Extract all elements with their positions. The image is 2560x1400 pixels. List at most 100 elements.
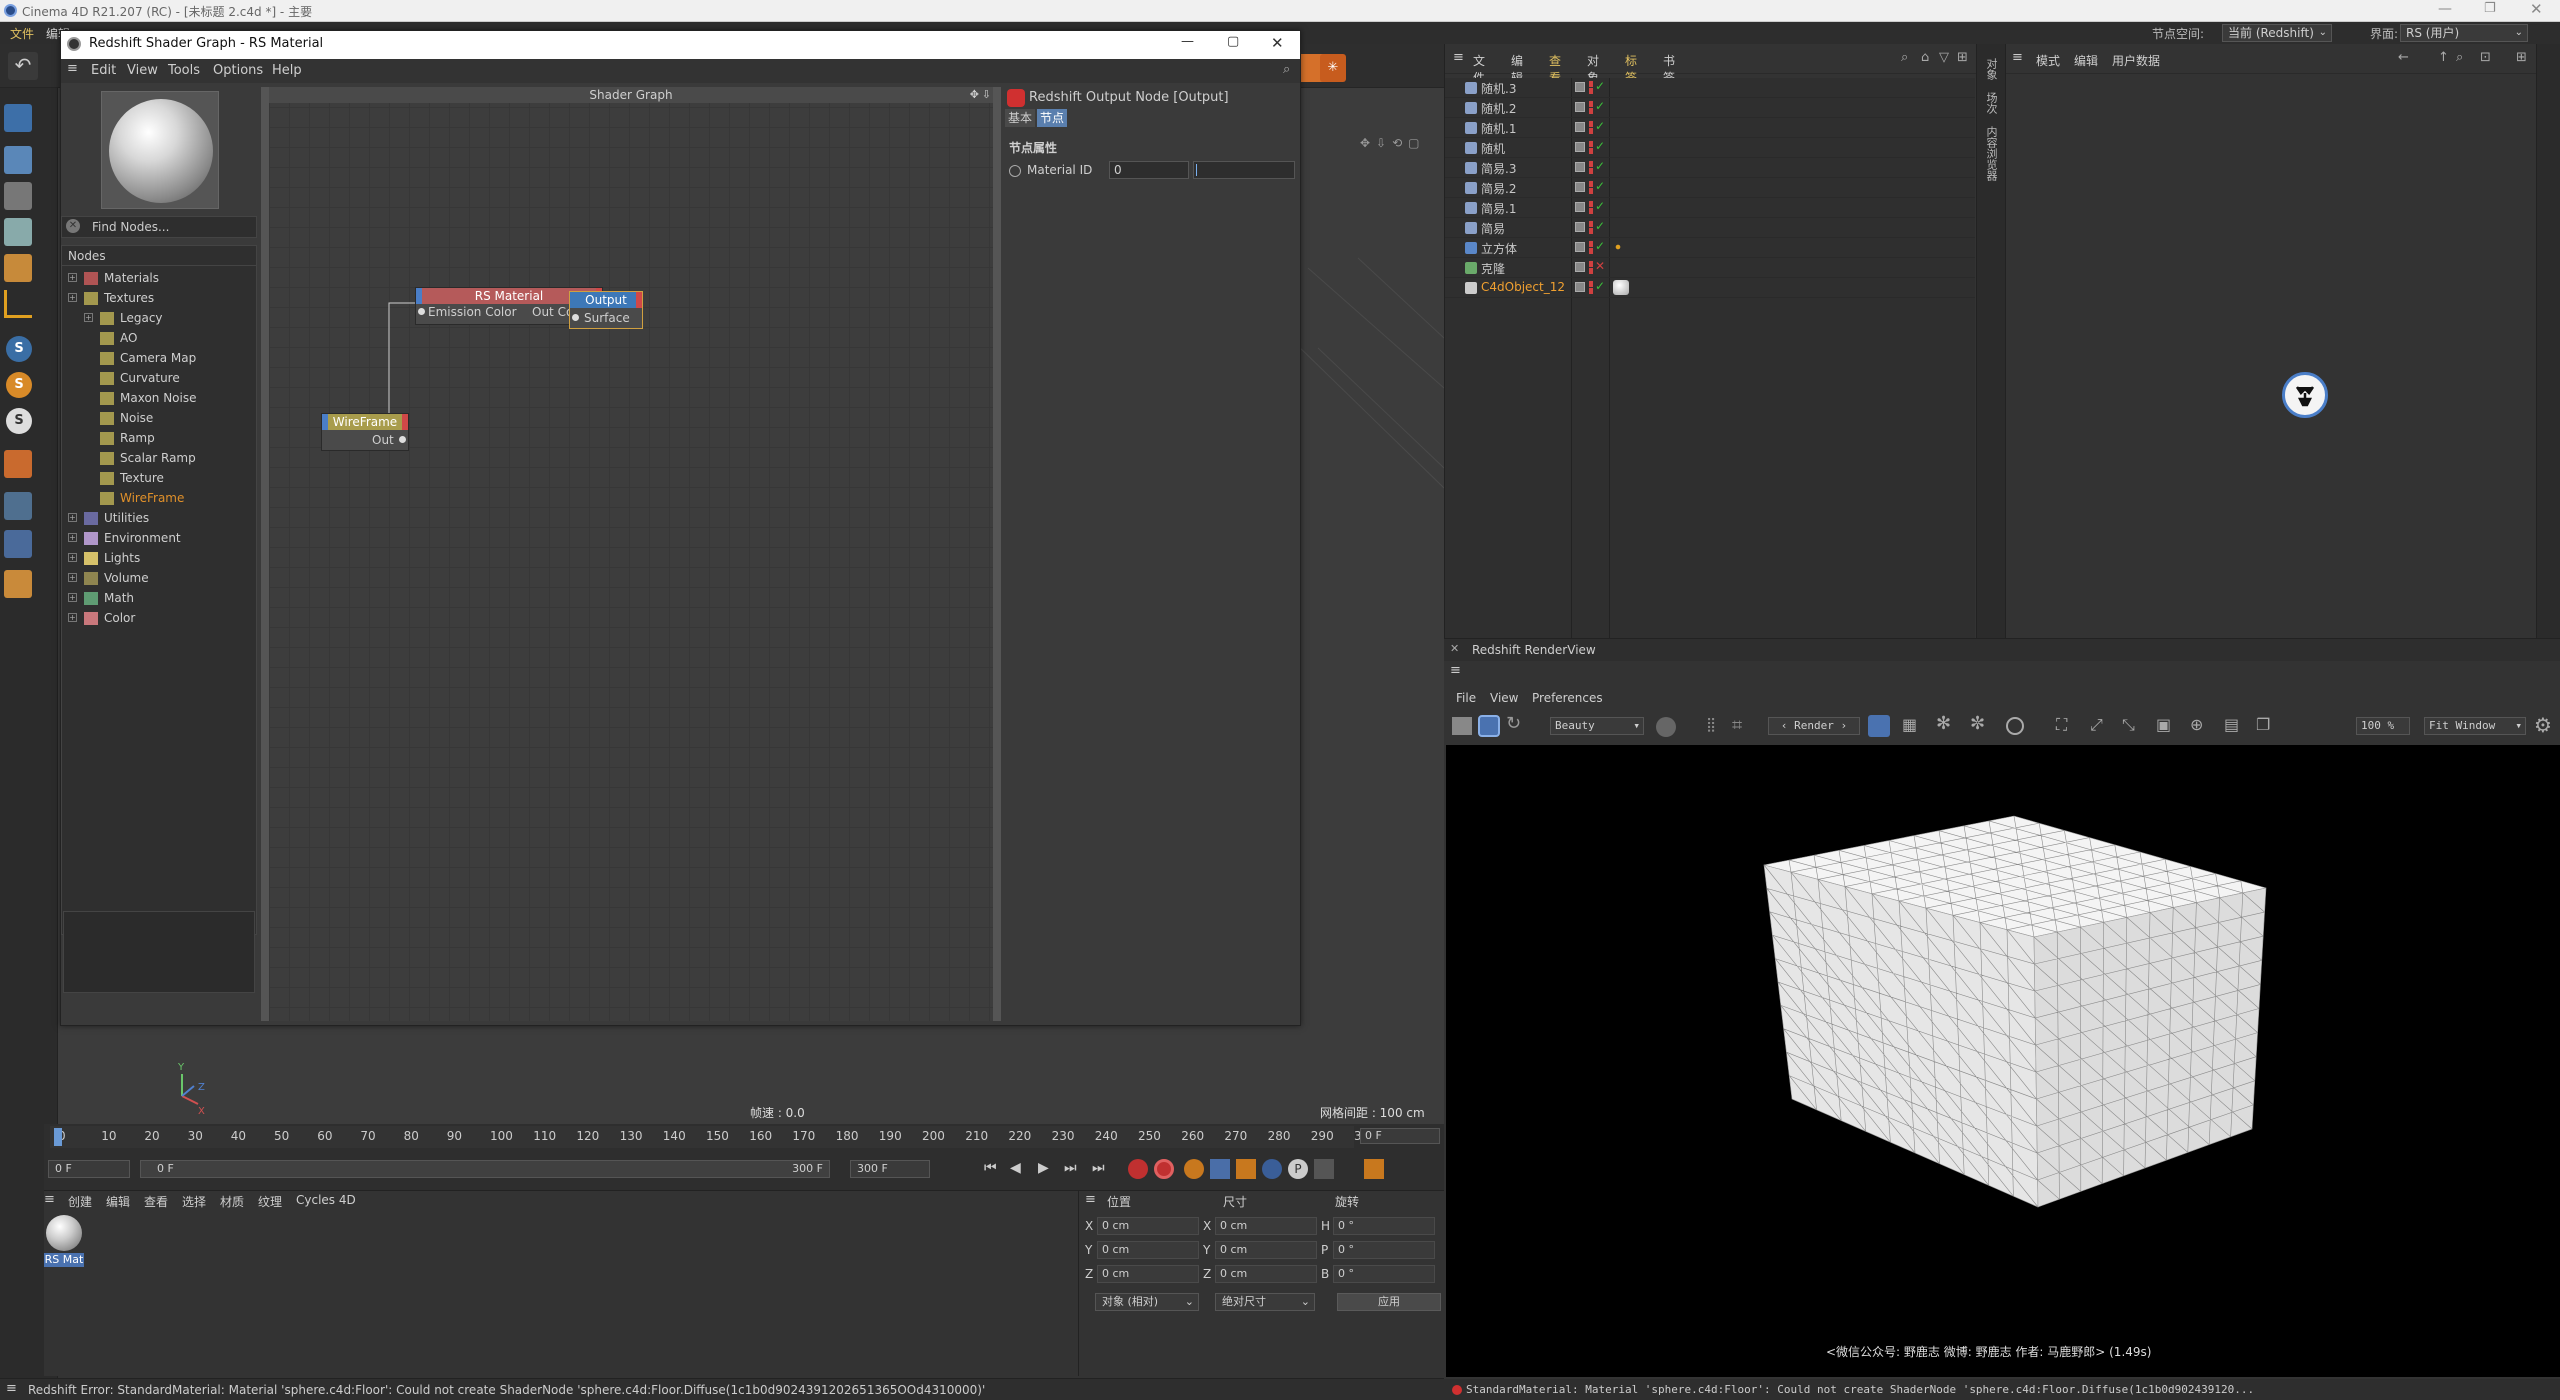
start-frame-field[interactable]: 0 F	[48, 1160, 130, 1178]
tag-icon[interactable]	[1613, 242, 1623, 252]
material-menu-item[interactable]: 创建	[68, 1193, 92, 1210]
object-row[interactable]: 随机 ✓	[1445, 138, 1975, 158]
material-id-slider[interactable]	[1193, 161, 1295, 179]
object-row[interactable]: 立方体 ✓	[1445, 238, 1975, 258]
window-minimize-button[interactable]: —	[2438, 1, 2452, 17]
coord-field[interactable]: 0 cm	[1097, 1265, 1199, 1283]
size-mode-dropdown[interactable]: 绝对尺寸 ⌄	[1215, 1293, 1315, 1311]
rv-save-icon[interactable]: ▤	[2224, 715, 2239, 734]
node-tree-item[interactable]: Curvature	[86, 370, 256, 388]
render-dots-icon[interactable]	[1589, 141, 1593, 154]
expand-icon[interactable]: +	[68, 293, 77, 302]
node-tree-item[interactable]: + Textures	[68, 290, 240, 308]
menu-view[interactable]: View	[127, 63, 158, 78]
port-in-surface[interactable]	[572, 314, 579, 321]
coord-field[interactable]: 0 °	[1333, 1241, 1435, 1259]
record-icon[interactable]	[1128, 1159, 1148, 1179]
menu-tools[interactable]: Tools	[168, 63, 200, 78]
expand-icon[interactable]: +	[68, 573, 77, 582]
node-tree-item[interactable]: + Environment	[68, 530, 240, 548]
object-row[interactable]: 随机.3 ✓	[1445, 78, 1975, 98]
workplane-icon[interactable]	[4, 530, 32, 558]
snap-s-orange-icon[interactable]: S	[6, 372, 32, 398]
port-out[interactable]	[399, 436, 406, 443]
rv-grid-icon[interactable]: ▦	[1902, 715, 1917, 734]
attr-tab-basic[interactable]: 基本	[1005, 109, 1035, 127]
render-settings-icon[interactable]: ✳	[1320, 54, 1346, 82]
side-tab-content-browser[interactable]: 内容浏览器	[1983, 126, 1999, 181]
menu-mode[interactable]: 模式	[2036, 52, 2060, 69]
layout-dropdown[interactable]: RS (用户) ⌄	[2400, 24, 2528, 42]
coord-field[interactable]: 0 cm	[1215, 1241, 1317, 1259]
up-arrow-icon[interactable]: ↑	[2438, 50, 2449, 65]
rv-menu-file[interactable]: File	[1456, 691, 1476, 705]
visibility-toggle[interactable]	[1575, 282, 1585, 292]
crop-icon[interactable]: ⌗	[1732, 715, 1742, 736]
enabled-check-icon[interactable]: ✓	[1595, 239, 1605, 253]
aov-dropdown[interactable]: Beauty ▾	[1550, 717, 1644, 735]
range-slider[interactable]: 0 F 300 F	[140, 1160, 830, 1178]
expand-icon[interactable]: +	[68, 593, 77, 602]
prev-key-icon[interactable]: ◀	[1010, 1160, 1021, 1176]
find-nodes-field[interactable]: ✕ Find Nodes...	[61, 216, 257, 238]
visibility-toggle[interactable]	[1575, 122, 1585, 132]
window-restore-button[interactable]: ❐	[2484, 1, 2496, 16]
node-tree-item[interactable]: Ramp	[86, 430, 256, 448]
visibility-toggle[interactable]	[1575, 222, 1585, 232]
om-search-icon[interactable]: ⌕	[1901, 50, 1908, 65]
coord-field[interactable]: 0 cm	[1215, 1265, 1317, 1283]
expand-icon[interactable]: +	[68, 513, 77, 522]
material-menu-item[interactable]: Cycles 4D	[296, 1193, 356, 1207]
search-icon[interactable]: ⌕	[1283, 62, 1290, 77]
key-grid-icon[interactable]	[1314, 1159, 1334, 1179]
render-dots-icon[interactable]	[1589, 281, 1593, 294]
grid-icon[interactable]	[4, 492, 32, 520]
coord-field[interactable]: 0 °	[1333, 1217, 1435, 1235]
om-home-icon[interactable]: ⌂	[1921, 50, 1929, 65]
am-new-icon[interactable]: ⊞	[2516, 50, 2527, 65]
rv-circle-icon[interactable]	[2006, 717, 2024, 735]
rv-snow2-icon[interactable]: ✼	[1970, 713, 1985, 734]
key-scale-icon[interactable]	[1236, 1159, 1256, 1179]
bucket-icon[interactable]	[1656, 717, 1676, 737]
node-wireframe[interactable]: WireFrame Out	[321, 413, 409, 451]
rv-expand-icon[interactable]: ⤢	[2090, 715, 2103, 735]
move-tool-icon[interactable]	[4, 104, 32, 132]
enabled-check-icon[interactable]: ✓	[1595, 219, 1605, 233]
om-filter-icon[interactable]: ▽	[1939, 50, 1949, 65]
render-image[interactable]: <微信公众号: 野鹿志 微博: 野鹿志 作者: 马鹿野郎> (1.49s)	[1446, 745, 2560, 1377]
node-tree-item[interactable]: + Math	[68, 590, 240, 608]
hamburger-icon[interactable]: ≡	[67, 61, 78, 76]
enabled-check-icon[interactable]: ✓	[1595, 199, 1605, 213]
clapboard-icon[interactable]	[1452, 717, 1472, 735]
rv-snapshot-icon[interactable]: ⊕	[2190, 715, 2203, 734]
visibility-toggle[interactable]	[1575, 262, 1585, 272]
render-dots-icon[interactable]	[1589, 201, 1593, 214]
rv-lock-icon[interactable]	[1868, 715, 1890, 737]
render-dots-icon[interactable]	[1589, 221, 1593, 234]
shader-minimize-button[interactable]: —	[1181, 34, 1194, 49]
material-menu-item[interactable]: 查看	[144, 1193, 168, 1210]
rv-snow-icon[interactable]: ✻	[1936, 713, 1951, 734]
expand-icon[interactable]: +	[68, 553, 77, 562]
object-row[interactable]: 克隆 ✕	[1445, 258, 1975, 278]
hamburger-icon[interactable]: ≡	[1450, 663, 1461, 678]
magnet-icon[interactable]	[4, 450, 32, 478]
snap-s-white-icon[interactable]: S	[6, 408, 32, 434]
poly-icon[interactable]	[4, 218, 32, 246]
rv-menu-preferences[interactable]: Preferences	[1532, 691, 1603, 705]
render-dots-icon[interactable]	[1589, 101, 1593, 114]
side-tab-objects[interactable]: 对象	[1983, 58, 1999, 80]
enabled-check-icon[interactable]: ✓	[1595, 99, 1605, 113]
material-swatch[interactable]: RS Mat	[44, 1215, 84, 1267]
enabled-check-icon[interactable]: ✓	[1595, 79, 1605, 93]
next-key-icon[interactable]: ⏭	[1064, 1160, 1077, 1176]
menu-options[interactable]: Options	[213, 63, 263, 78]
node-tree-item[interactable]: Maxon Noise	[86, 390, 256, 408]
side-tab-takes[interactable]: 场次	[1983, 92, 1999, 114]
node-tree-item[interactable]: Camera Map	[86, 350, 256, 368]
expand-icon[interactable]: +	[68, 613, 77, 622]
material-menu-item[interactable]: 选择	[182, 1193, 206, 1210]
timeline-playhead[interactable]	[54, 1128, 62, 1146]
rv-copy-icon[interactable]: ❐	[2256, 715, 2270, 734]
